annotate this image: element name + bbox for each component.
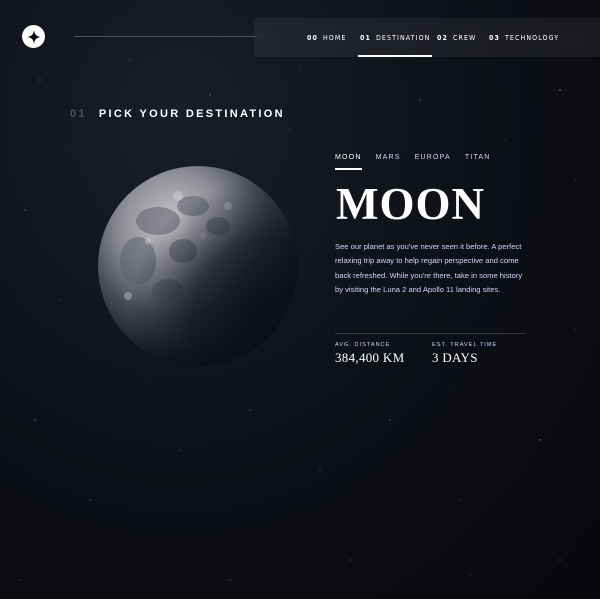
nav-num: 01 <box>360 33 371 42</box>
nav-label: DESTINATION <box>375 33 431 42</box>
destination-name: MOON <box>336 179 485 229</box>
nav-label: CREW <box>452 33 477 42</box>
page-title: 01 PICK YOUR DESTINATION <box>70 108 285 120</box>
nav-item-home[interactable]: 00 HOME <box>307 18 346 57</box>
nav-label: TECHNOLOGY <box>504 33 560 42</box>
nav-num: 03 <box>489 33 500 42</box>
nav-item-destination[interactable]: 01 DESTINATION <box>357 18 433 57</box>
tab-moon[interactable]: MOON <box>335 154 362 170</box>
nav-item-technology[interactable]: 03 TECHNOLOGY <box>489 18 559 57</box>
distance-label: AVG. DISTANCE <box>335 342 391 348</box>
stats-divider <box>335 333 525 334</box>
travel-time-value: 3 DAYS <box>432 350 478 365</box>
star-field <box>19 59 576 581</box>
tab-titan[interactable]: TITAN <box>465 154 491 166</box>
header-divider <box>74 36 270 37</box>
nav-label: HOME <box>322 33 347 42</box>
tab-mars[interactable]: MARS <box>376 154 401 166</box>
page-title-text: PICK YOUR DESTINATION <box>98 108 285 120</box>
destination-tabs: MOON MARS EUROPA TITAN <box>335 154 505 170</box>
star-logo-icon[interactable] <box>22 25 45 48</box>
destination-description: See our planet as you've never seen it b… <box>335 242 523 295</box>
nav-item-crew[interactable]: 02 CREW <box>437 18 476 57</box>
moon-image <box>98 166 298 366</box>
distance-value: 384,400 KM <box>335 350 405 365</box>
main-navbar: 00 HOME 01 DESTINATION 02 CREW 03 TECHNO… <box>254 18 600 57</box>
nav-num: 02 <box>437 33 448 42</box>
nav-num: 00 <box>307 33 318 42</box>
tab-europa[interactable]: EUROPA <box>415 154 451 166</box>
travel-time-label: EST. TRAVEL TIME <box>432 342 498 348</box>
page-number: 01 <box>70 108 87 120</box>
